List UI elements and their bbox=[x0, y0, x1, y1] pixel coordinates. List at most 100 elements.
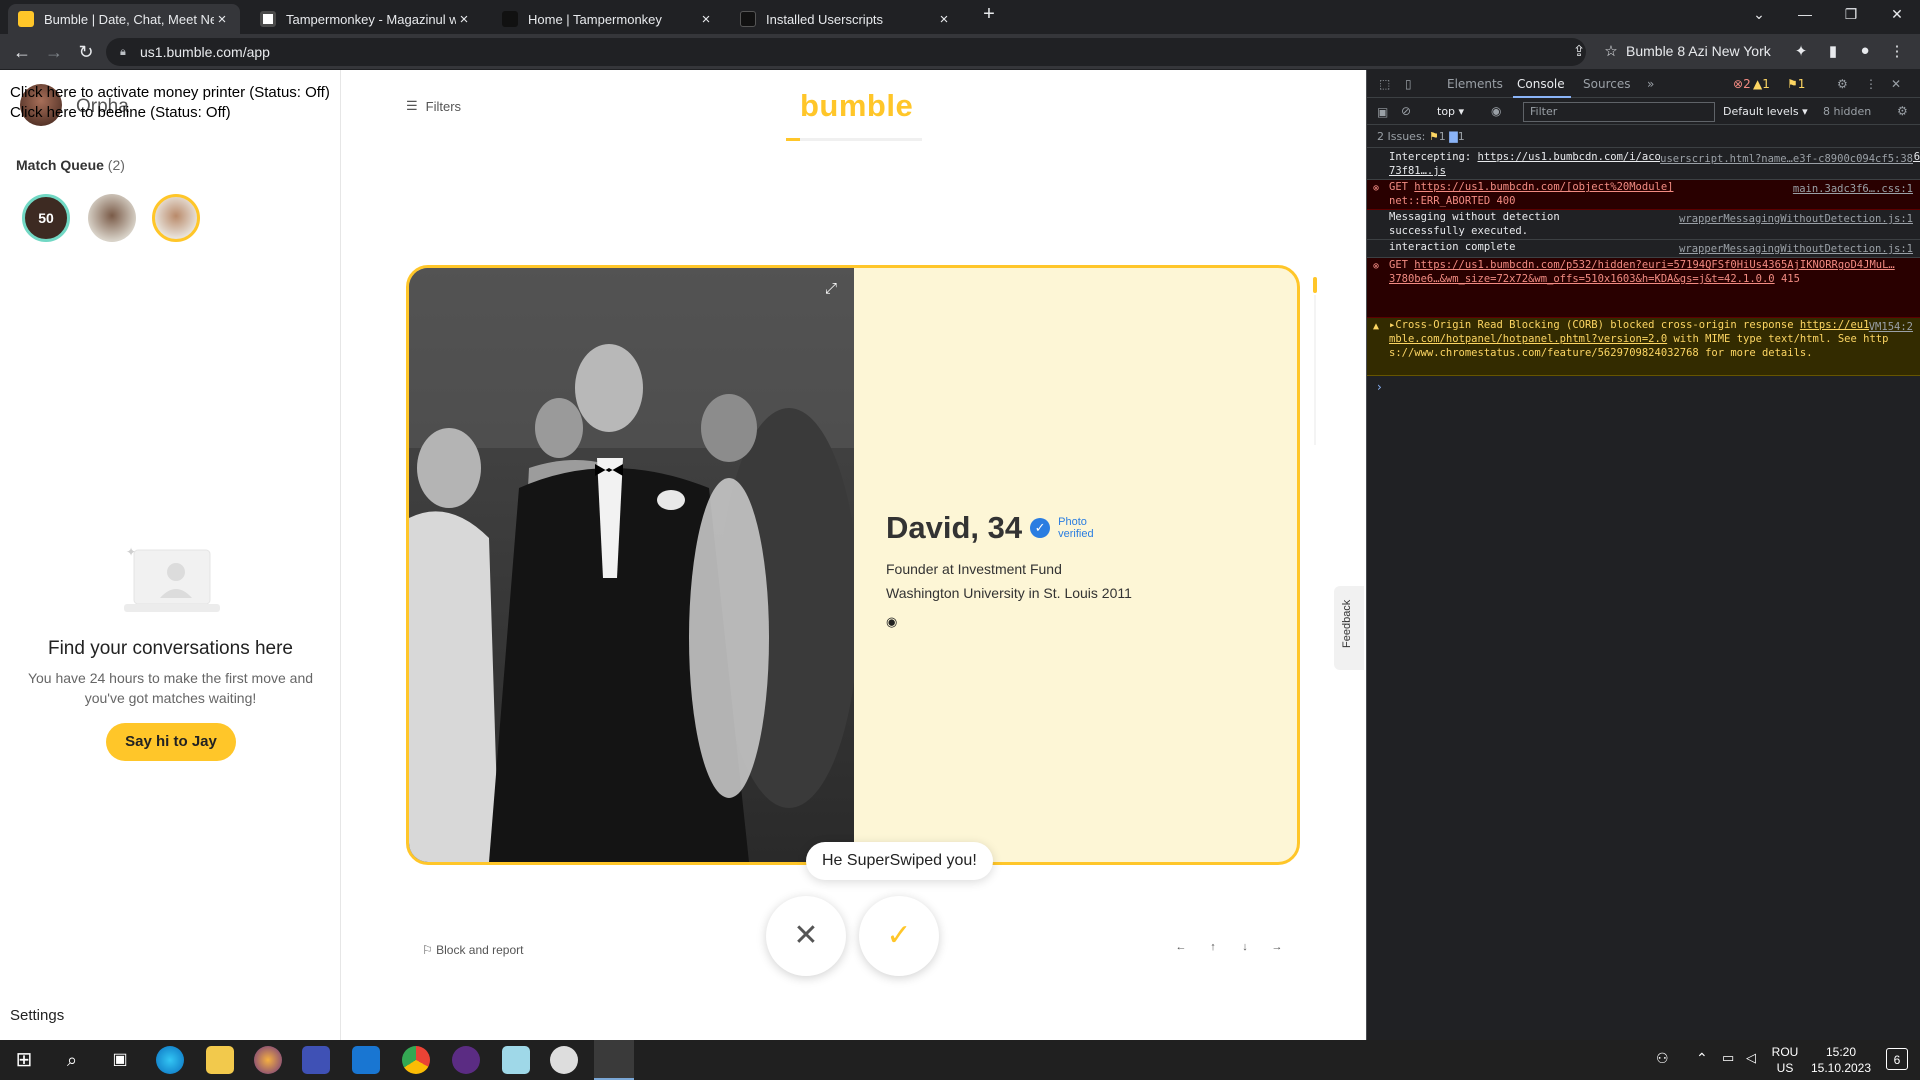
log-link[interactable]: https://us1.bumbcdn.com/p532/hidden?euri… bbox=[1389, 259, 1895, 285]
issues-bar[interactable]: 2 Issues: ⚑1 ▇1 bbox=[1367, 126, 1920, 148]
log-source-link[interactable]: VM154:2 bbox=[1868, 320, 1913, 334]
clear-console-icon[interactable]: ⊘ bbox=[1401, 104, 1411, 118]
active-app-icon[interactable] bbox=[594, 1040, 634, 1080]
close-tab-icon[interactable]: × bbox=[936, 11, 952, 28]
close-tab-icon[interactable]: × bbox=[456, 11, 472, 28]
bookmark-label[interactable]: Bumble 8 Azi New York bbox=[1626, 43, 1771, 59]
error-count-badge[interactable]: ⊗2 bbox=[1733, 77, 1751, 91]
key-up-hint: ↑ bbox=[1210, 941, 1216, 953]
log-source-link[interactable]: wrapperMessagingWithoutDetection.js:1 bbox=[1679, 212, 1913, 226]
tab-search-icon[interactable]: ⌄ bbox=[1736, 0, 1782, 30]
people-icon[interactable]: ⚇ bbox=[1656, 1050, 1669, 1067]
settings-link[interactable]: Settings bbox=[10, 1007, 64, 1024]
clock[interactable]: 15:20 15.10.2023 bbox=[1800, 1044, 1882, 1076]
issue-info-count: 1 bbox=[1457, 130, 1465, 143]
log-source-link[interactable]: main.3adc3f6….css:1 bbox=[1792, 182, 1913, 196]
issues-count-badge[interactable]: ⚑1 bbox=[1787, 77, 1805, 91]
match-avatar[interactable] bbox=[88, 194, 136, 242]
inspect-element-icon[interactable]: ⬚ bbox=[1379, 77, 1390, 91]
more-tabs-icon[interactable]: » bbox=[1647, 77, 1654, 91]
reload-icon[interactable]: ↻ bbox=[74, 40, 98, 64]
side-panel-icon[interactable]: ▮ bbox=[1822, 42, 1844, 60]
console-warning-row: ▲ ▸Cross-Origin Read Blocking (CORB) blo… bbox=[1367, 318, 1920, 376]
console-settings-gear-icon[interactable]: ⚙ bbox=[1897, 104, 1908, 118]
profile-avatar-icon[interactable]: ● bbox=[1854, 42, 1876, 59]
block-report-link[interactable]: ⚐ Block and report bbox=[422, 943, 523, 957]
log-levels-dropdown[interactable]: Default levels ▾ bbox=[1723, 105, 1808, 118]
task-view-icon[interactable]: ▣ bbox=[106, 1046, 134, 1074]
close-window-button[interactable]: ✕ bbox=[1874, 0, 1920, 30]
webstore-favicon-icon bbox=[260, 11, 276, 27]
share-icon[interactable]: ⇪ bbox=[1568, 42, 1590, 60]
back-arrow-icon[interactable]: ← bbox=[10, 40, 34, 64]
new-tab-button[interactable]: + bbox=[974, 0, 1004, 30]
extensions-puzzle-icon[interactable]: ✦ bbox=[1790, 42, 1812, 60]
app-icon[interactable] bbox=[502, 1046, 530, 1074]
match-avatar[interactable] bbox=[152, 194, 200, 242]
chrome-menu-icon[interactable]: ⋮ bbox=[1886, 42, 1908, 60]
restore-button[interactable]: ❐ bbox=[1828, 0, 1874, 30]
card-scroll-indicator[interactable] bbox=[1313, 277, 1317, 293]
region-code: US bbox=[1776, 1061, 1794, 1075]
forward-arrow-icon[interactable]: → bbox=[42, 40, 66, 64]
devtools-tab-elements[interactable]: Elements bbox=[1447, 77, 1503, 91]
live-expression-eye-icon[interactable]: ◉ bbox=[1491, 104, 1501, 118]
console-filter-input[interactable]: Filter bbox=[1523, 102, 1715, 122]
bookmark-star-icon[interactable]: ☆ bbox=[1600, 42, 1622, 60]
viber-icon[interactable] bbox=[452, 1046, 480, 1074]
tab-tampermonkey-store[interactable]: Tampermonkey - Magazinul web × bbox=[250, 4, 482, 34]
notification-center-icon[interactable]: 6 bbox=[1886, 1048, 1908, 1070]
tab-bumble[interactable]: Bumble | Date, Chat, Meet New F × bbox=[8, 4, 240, 34]
log-link[interactable]: https://us1.bumbcdn.com/[object%20Module… bbox=[1414, 181, 1673, 193]
close-tab-icon[interactable]: × bbox=[698, 11, 714, 28]
warning-count-badge[interactable]: ▲1 bbox=[1753, 77, 1770, 91]
filters-button[interactable]: ☰ Filters bbox=[406, 98, 461, 114]
app-icon[interactable] bbox=[550, 1046, 578, 1074]
log-message: GET https://us1.bumbcdn.com/p532/hidden?… bbox=[1389, 258, 1899, 286]
chrome-icon[interactable] bbox=[402, 1046, 430, 1074]
edge-icon[interactable] bbox=[156, 1046, 184, 1074]
windows-start-icon[interactable]: ⊞ bbox=[10, 1046, 38, 1074]
media-player-icon[interactable] bbox=[254, 1046, 282, 1074]
tab-installed-userscripts[interactable]: Installed Userscripts × bbox=[730, 4, 962, 34]
devtools-tab-console[interactable]: Console bbox=[1517, 77, 1565, 91]
volume-icon[interactable]: ◁ bbox=[1746, 1050, 1756, 1066]
money-printer-toggle[interactable]: Click here to activate money printer (St… bbox=[10, 84, 330, 101]
console-prompt[interactable]: › bbox=[1377, 380, 1382, 394]
search-icon[interactable]: ⌕ bbox=[58, 1046, 86, 1074]
say-hi-button[interactable]: Say hi to Jay bbox=[106, 723, 236, 761]
input-language[interactable]: ROU US bbox=[1768, 1044, 1802, 1076]
tab-tampermonkey-home[interactable]: Home | Tampermonkey × bbox=[492, 4, 724, 34]
mail-icon[interactable] bbox=[352, 1046, 380, 1074]
network-icon[interactable]: ▭ bbox=[1722, 1050, 1734, 1066]
store-icon[interactable] bbox=[302, 1046, 330, 1074]
close-tab-icon[interactable]: × bbox=[214, 11, 230, 28]
bumble-logo[interactable]: bumble bbox=[800, 88, 913, 124]
photo-verified-label: Photo verified bbox=[1058, 516, 1094, 540]
expand-photo-icon[interactable]: ⤢ bbox=[825, 280, 837, 297]
log-extra: net::ERR_ABORTED 400 bbox=[1389, 195, 1516, 207]
devtools-settings-gear-icon[interactable]: ⚙ bbox=[1837, 77, 1848, 91]
minimize-button[interactable]: — bbox=[1782, 0, 1828, 30]
profile-education: Washington University in St. Louis 2011 bbox=[886, 585, 1132, 601]
devtools-close-icon[interactable]: ✕ bbox=[1891, 77, 1901, 91]
error-icon: ⊗ bbox=[1373, 183, 1380, 194]
notification-count: 6 bbox=[1893, 1053, 1901, 1067]
file-explorer-icon[interactable] bbox=[206, 1046, 234, 1074]
log-source-link[interactable]: wrapperMessagingWithoutDetection.js:1 bbox=[1679, 242, 1913, 256]
address-bar[interactable]: 🔒︎ us1.bumble.com/app bbox=[106, 38, 1586, 66]
devtools-tab-sources[interactable]: Sources bbox=[1583, 77, 1630, 91]
tray-chevron-icon[interactable]: ⌃ bbox=[1696, 1050, 1708, 1067]
log-source-link[interactable]: userscript.html?name…e3f-c8900c094cf5:38 bbox=[1660, 152, 1913, 166]
like-button[interactable]: ✓ bbox=[859, 896, 939, 976]
device-toolbar-icon[interactable]: ▯ bbox=[1405, 77, 1412, 91]
key-down-hint: ↓ bbox=[1242, 941, 1248, 953]
dislike-button[interactable]: ✕ bbox=[766, 896, 846, 976]
beeline-badge[interactable]: 50 bbox=[22, 194, 70, 242]
beeline-toggle[interactable]: Click here to beeline (Status: Off) bbox=[10, 104, 231, 121]
devtools-menu-icon[interactable]: ⋮ bbox=[1865, 77, 1877, 91]
hidden-count: 8 hidden bbox=[1823, 105, 1872, 118]
context-selector[interactable]: top ▾ bbox=[1437, 105, 1464, 118]
profile-photo[interactable] bbox=[409, 268, 854, 862]
sidebar-toggle-icon[interactable]: ▣ bbox=[1377, 105, 1388, 119]
